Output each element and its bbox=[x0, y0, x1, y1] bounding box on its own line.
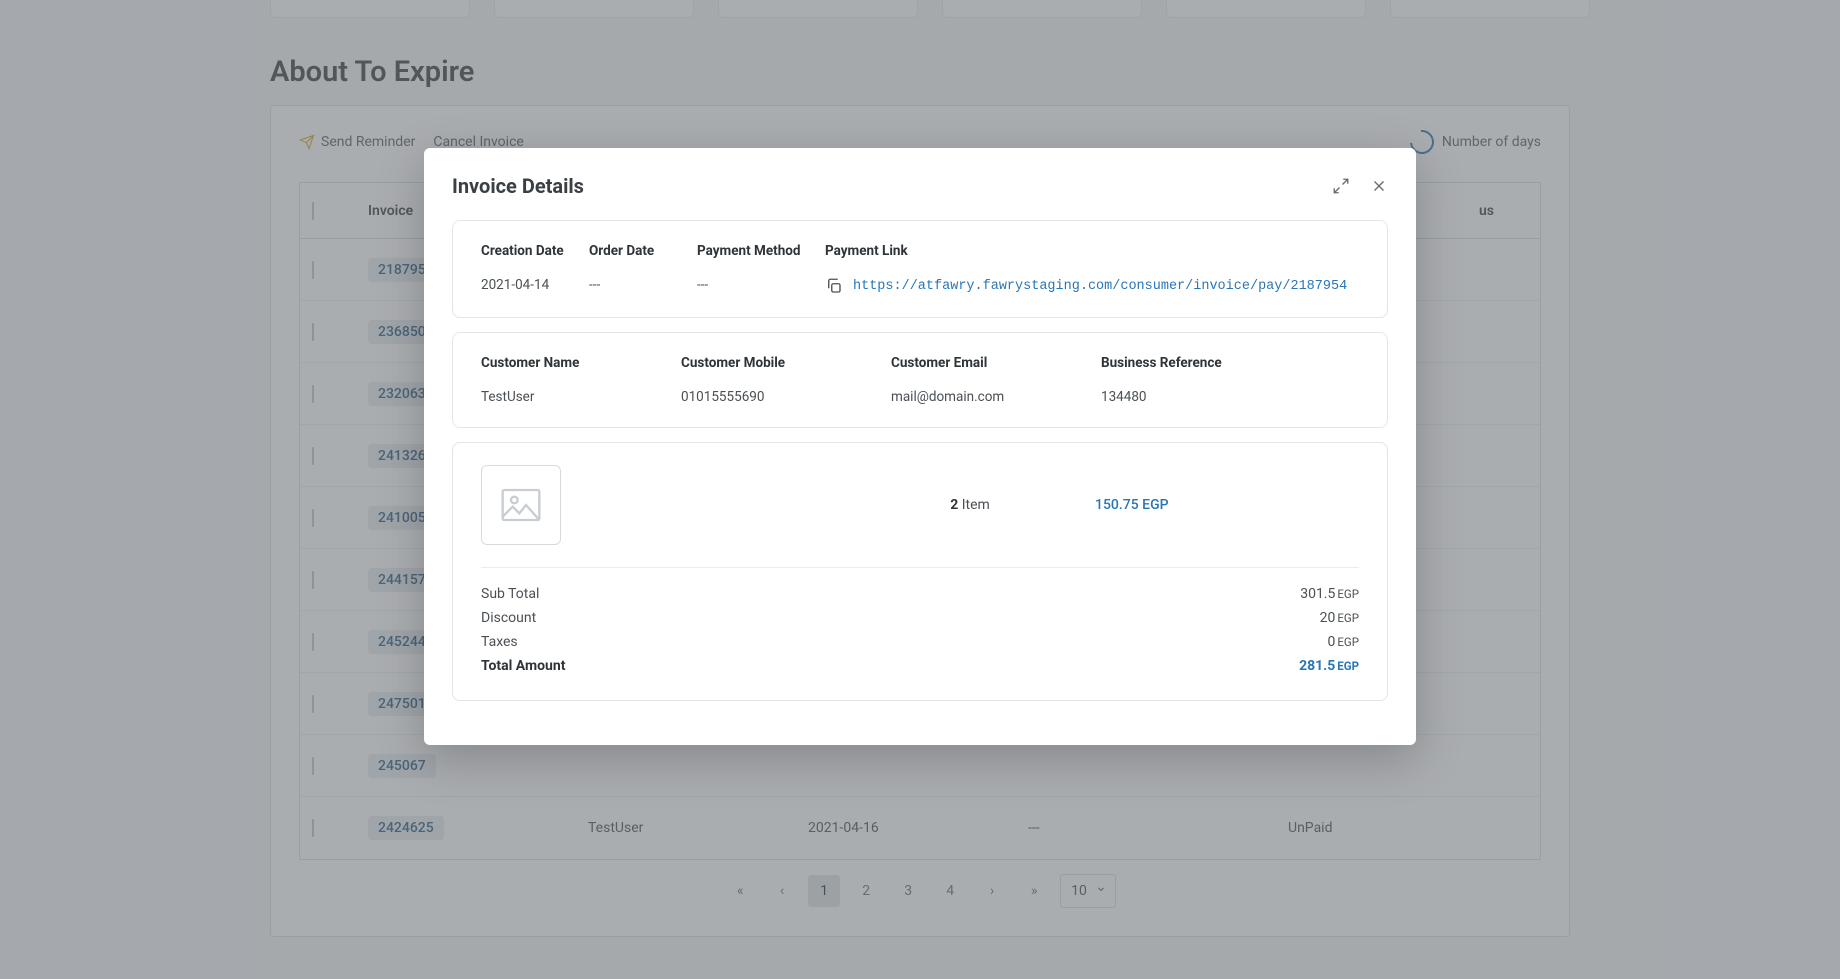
close-icon[interactable] bbox=[1370, 177, 1388, 195]
invoice-details-modal: Invoice Details Creation Date Order Date… bbox=[424, 148, 1416, 745]
payment-link[interactable]: https://atfawry.fawrystaging.com/consume… bbox=[853, 279, 1347, 294]
label-creation-date: Creation Date bbox=[481, 243, 589, 259]
value-customer-email: mail@domain.com bbox=[891, 389, 1101, 405]
item-qty: 2 Item bbox=[845, 497, 1095, 513]
label-total: Total Amount bbox=[481, 658, 565, 674]
label-taxes: Taxes bbox=[481, 634, 518, 650]
value-business-ref: 134480 bbox=[1101, 389, 1359, 405]
value-taxes: 0EGP bbox=[1328, 634, 1360, 650]
label-business-ref: Business Reference bbox=[1101, 355, 1359, 371]
customer-info-card: Customer Name Customer Mobile Customer E… bbox=[452, 332, 1388, 428]
payment-info-card: Creation Date Order Date Payment Method … bbox=[452, 220, 1388, 318]
label-customer-name: Customer Name bbox=[481, 355, 681, 371]
label-customer-mobile: Customer Mobile bbox=[681, 355, 891, 371]
copy-icon[interactable] bbox=[825, 277, 843, 295]
expand-icon[interactable] bbox=[1332, 177, 1350, 195]
label-order-date: Order Date bbox=[589, 243, 697, 259]
value-discount: 20EGP bbox=[1320, 610, 1359, 626]
value-payment-method: --- bbox=[697, 277, 825, 295]
value-customer-name: TestUser bbox=[481, 389, 681, 405]
value-customer-mobile: 01015555690 bbox=[681, 389, 891, 405]
item-thumbnail bbox=[481, 465, 561, 545]
label-customer-email: Customer Email bbox=[891, 355, 1101, 371]
value-total: 281.5EGP bbox=[1299, 658, 1359, 674]
value-creation-date: 2021-04-14 bbox=[481, 277, 589, 295]
label-payment-link: Payment Link bbox=[825, 243, 1359, 259]
item-price: 150.75 EGP bbox=[1095, 497, 1359, 513]
modal-title: Invoice Details bbox=[452, 174, 584, 198]
label-discount: Discount bbox=[481, 610, 536, 626]
items-card: 2 Item 150.75 EGP Sub Total 301.5EGP Dis… bbox=[452, 442, 1388, 701]
image-icon bbox=[501, 488, 541, 522]
divider bbox=[481, 567, 1359, 568]
label-payment-method: Payment Method bbox=[697, 243, 825, 259]
label-sub-total: Sub Total bbox=[481, 586, 539, 602]
value-sub-total: 301.5EGP bbox=[1300, 586, 1359, 602]
value-order-date: --- bbox=[589, 277, 697, 295]
